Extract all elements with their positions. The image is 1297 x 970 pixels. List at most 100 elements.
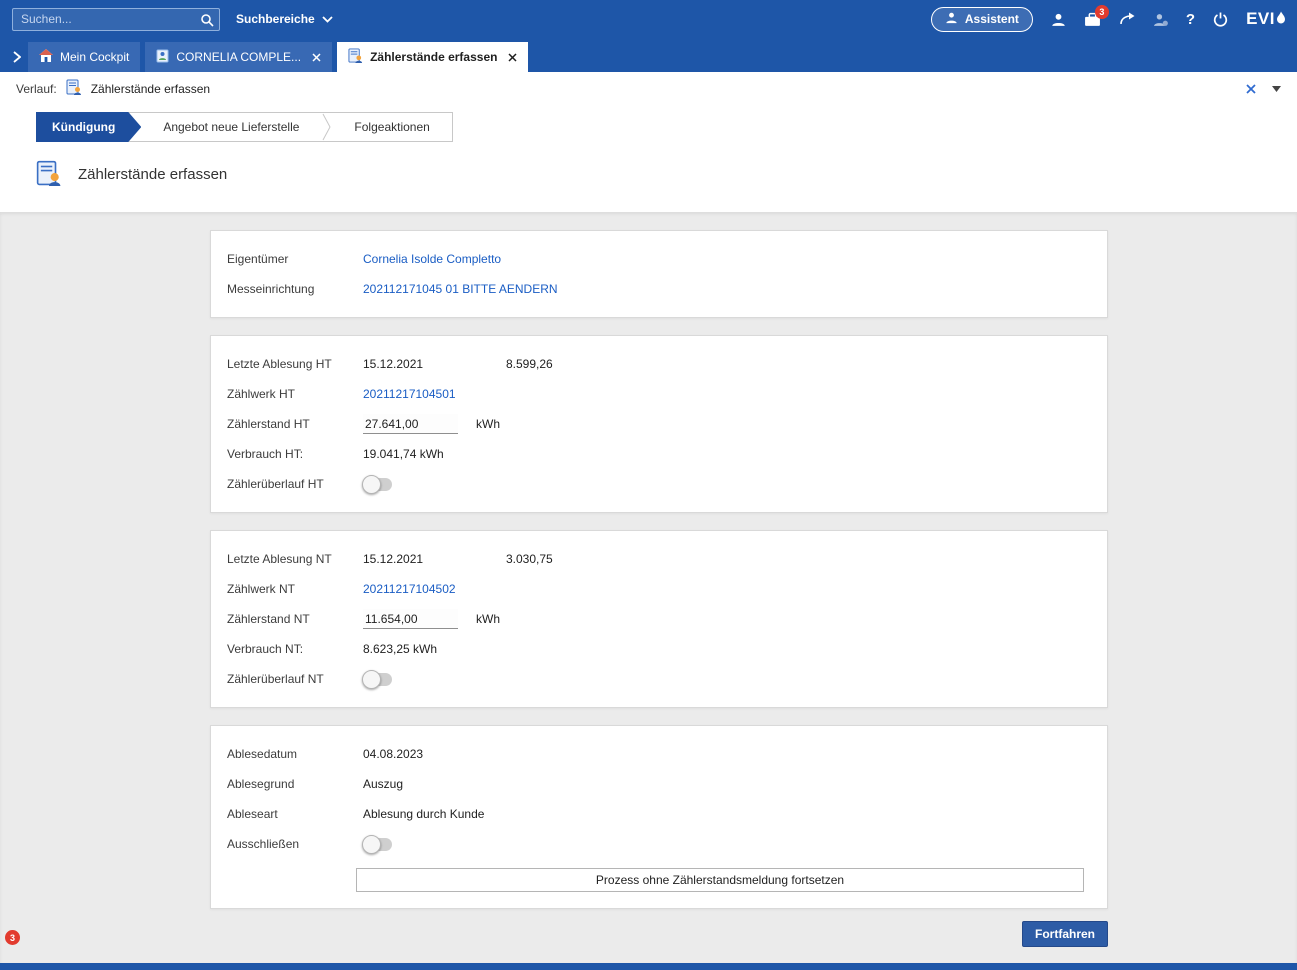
consumption-ht-row: Verbrauch HT: 19.041,74 kWh <box>227 439 1091 469</box>
last-reading-ht-row: Letzte Ablesung HT 15.12.2021 8.599,26 <box>227 349 1091 379</box>
reading-reason-label: Ablesegrund <box>227 777 363 791</box>
notification-badge: 3 <box>1095 5 1109 19</box>
tab-cornelia-completto[interactable]: CORNELIA COMPLE... <box>145 42 332 72</box>
owner-link[interactable]: Cornelia Isolde Completto <box>363 252 501 266</box>
mail-icon[interactable]: 3 <box>1084 12 1101 27</box>
device-row: Messeinrichtung 202112171045 01 BITTE AE… <box>227 274 1091 304</box>
redo-icon[interactable] <box>1119 12 1135 26</box>
last-reading-nt-row: Letzte Ablesung NT 15.12.2021 3.030,75 <box>227 544 1091 574</box>
last-reading-nt-label: Letzte Ablesung NT <box>227 552 363 566</box>
assistant-icon <box>945 11 958 27</box>
reading-date-value: 04.08.2023 <box>363 747 423 761</box>
chevron-down-icon <box>322 12 333 26</box>
search-icon[interactable] <box>200 13 214 30</box>
tab-close-icon[interactable] <box>312 53 321 62</box>
reading-nt-label: Zählerstand NT <box>227 612 363 626</box>
last-reading-ht-date: 15.12.2021 <box>363 357 506 371</box>
reading-nt-unit: kWh <box>476 612 500 626</box>
step-label: Kündigung <box>52 120 115 134</box>
device-link[interactable]: 202112171045 01 BITTE AENDERN <box>363 282 558 296</box>
continue-button[interactable]: Fortfahren <box>1022 921 1108 947</box>
last-reading-ht-value: 8.599,26 <box>506 357 553 371</box>
history-row: Verlauf: Zählerstände erfassen <box>0 72 1297 105</box>
overflow-nt-label: Zählerüberlauf NT <box>227 672 363 686</box>
step-angebot-neue-lieferstelle[interactable]: Angebot neue Lieferstelle <box>141 120 321 134</box>
reading-nt-input[interactable] <box>363 609 458 629</box>
history-actions <box>1245 83 1281 95</box>
step-folgeaktionen[interactable]: Folgeaktionen <box>332 120 451 134</box>
page-header: Zählerstände erfassen <box>0 145 1297 189</box>
search-input[interactable] <box>12 8 220 31</box>
consumption-nt-label: Verbrauch NT: <box>227 642 363 656</box>
topbar: Suchbereiche Assistent 3 ? <box>0 0 1297 38</box>
bottom-bar <box>0 963 1297 970</box>
consumption-ht-value: 19.041,74 kWh <box>363 447 444 461</box>
step-label: Angebot neue Lieferstelle <box>163 120 299 134</box>
owner-label: Eigentümer <box>227 252 363 266</box>
actions-row: Fortfahren <box>210 921 1108 947</box>
tabs-overflow-chevron-icon[interactable] <box>6 42 28 72</box>
register-ht-label: Zählwerk HT <box>227 387 363 401</box>
exclude-label: Ausschließen <box>227 837 363 851</box>
register-nt-label: Zählwerk NT <box>227 582 363 596</box>
search-scope-dropdown[interactable]: Suchbereiche <box>236 12 333 26</box>
corner-notification-badge[interactable]: 3 <box>5 930 20 945</box>
assistant-label: Assistent <box>965 12 1019 26</box>
last-reading-nt-value: 3.030,75 <box>506 552 553 566</box>
reading-ht-label: Zählerstand HT <box>227 417 363 431</box>
consumption-nt-row: Verbrauch NT: 8.623,25 kWh <box>227 634 1091 664</box>
reading-reason-row: Ablesegrund Auszug <box>227 769 1091 799</box>
meter-document-icon <box>348 48 363 66</box>
step-label: Folgeaktionen <box>354 120 429 134</box>
owner-card: Eigentümer Cornelia Isolde Completto Mes… <box>210 230 1108 318</box>
device-label: Messeinrichtung <box>227 282 363 296</box>
user-status-icon[interactable] <box>1153 12 1168 27</box>
overflow-nt-row: Zählerüberlauf NT <box>227 664 1091 694</box>
register-ht-link[interactable]: 20211217104501 <box>363 387 456 401</box>
ht-card: Letzte Ablesung HT 15.12.2021 8.599,26 Z… <box>210 335 1108 513</box>
last-reading-ht-label: Letzte Ablesung HT <box>227 357 363 371</box>
register-ht-row: Zählwerk HT 20211217104501 <box>227 379 1091 409</box>
last-reading-nt-date: 15.12.2021 <box>363 552 506 566</box>
skip-reading-button[interactable]: Prozess ohne Zählerstandsmeldung fortset… <box>356 868 1084 892</box>
reading-date-row: Ablesedatum 04.08.2023 <box>227 739 1091 769</box>
help-button[interactable]: ? <box>1186 11 1195 28</box>
reading-meta-card: Ablesedatum 04.08.2023 Ablesegrund Auszu… <box>210 725 1108 909</box>
overflow-ht-toggle[interactable] <box>363 478 392 491</box>
register-nt-link[interactable]: 20211217104502 <box>363 582 456 596</box>
reading-ht-row: Zählerstand HT kWh <box>227 409 1091 439</box>
reading-type-row: Ableseart Ablesung durch Kunde <box>227 799 1091 829</box>
page-title-icon <box>36 160 62 189</box>
assistant-button[interactable]: Assistent <box>931 7 1033 32</box>
nt-card: Letzte Ablesung NT 15.12.2021 3.030,75 Z… <box>210 530 1108 708</box>
brand-text: EVI <box>1246 9 1275 29</box>
overflow-ht-row: Zählerüberlauf HT <box>227 469 1091 499</box>
tab-zaehlerstaende-erfassen[interactable]: Zählerstände erfassen <box>337 42 528 72</box>
page-title: Zählerstände erfassen <box>78 166 227 183</box>
history-close-icon[interactable] <box>1245 83 1257 95</box>
tab-label: Mein Cockpit <box>60 50 129 64</box>
exclude-row: Ausschließen <box>227 829 1091 859</box>
history-dropdown-icon[interactable] <box>1272 86 1281 92</box>
step-kuendigung[interactable]: Kündigung <box>36 112 141 142</box>
search-scope-label: Suchbereiche <box>236 12 315 26</box>
overflow-nt-toggle[interactable] <box>363 673 392 686</box>
user-icon[interactable] <box>1051 12 1066 27</box>
chevron-separator-icon <box>321 113 332 141</box>
power-icon[interactable] <box>1213 12 1228 27</box>
exclude-toggle[interactable] <box>363 838 392 851</box>
tab-label: CORNELIA COMPLE... <box>176 50 301 64</box>
consumption-ht-label: Verbrauch HT: <box>227 447 363 461</box>
reading-date-label: Ablesedatum <box>227 747 363 761</box>
cards-column: Eigentümer Cornelia Isolde Completto Mes… <box>210 212 1108 909</box>
home-icon <box>39 49 53 65</box>
reading-nt-row: Zählerstand NT kWh <box>227 604 1091 634</box>
tab-mein-cockpit[interactable]: Mein Cockpit <box>28 42 140 72</box>
search-box <box>12 8 220 31</box>
consumption-nt-value: 8.623,25 kWh <box>363 642 437 656</box>
tab-close-icon[interactable] <box>508 53 517 62</box>
history-label: Verlauf: <box>16 82 57 96</box>
meter-document-icon <box>66 79 82 98</box>
reading-ht-input[interactable] <box>363 414 458 434</box>
history-title: Zählerstände erfassen <box>91 82 210 96</box>
